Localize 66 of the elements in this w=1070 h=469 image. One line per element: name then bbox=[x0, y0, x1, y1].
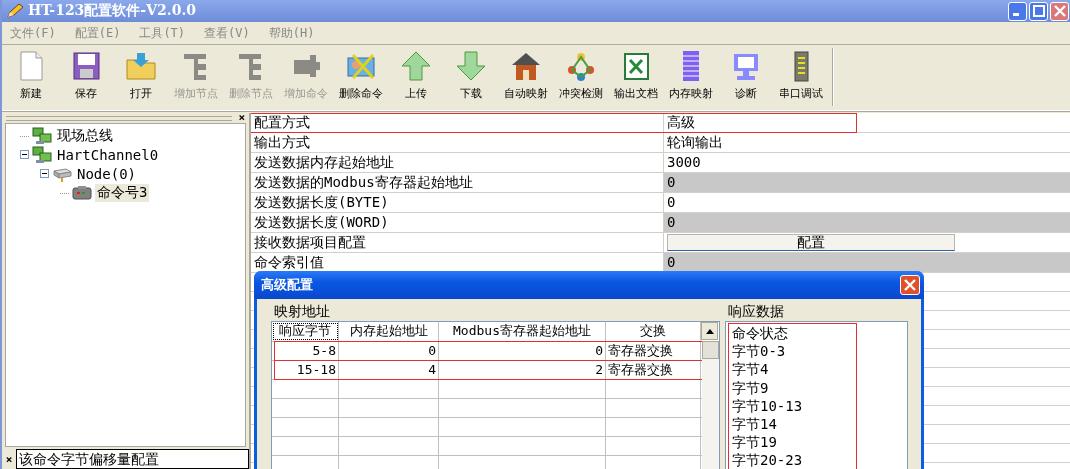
scrollbar-thumb[interactable] bbox=[702, 341, 719, 359]
property-name: 输出方式 bbox=[251, 133, 664, 152]
toolbar-button[interactable]: 上传 bbox=[388, 48, 443, 103]
device-icon bbox=[52, 165, 72, 182]
minimize-icon bbox=[1012, 13, 1019, 16]
close-button[interactable] bbox=[1050, 1, 1069, 21]
toolbar-button[interactable]: 保存 bbox=[58, 48, 113, 103]
list-item[interactable]: 字节14 bbox=[732, 415, 777, 434]
tree-item[interactable]: Node(0) bbox=[75, 165, 138, 182]
close-icon bbox=[904, 279, 916, 291]
list-item[interactable]: 字节9 bbox=[732, 378, 769, 397]
window-title: HT-123配置软件-V2.0.0 bbox=[28, 2, 196, 20]
toolbar-button[interactable]: 删除命令 bbox=[333, 48, 388, 103]
network-computers-icon bbox=[32, 145, 52, 164]
list-item[interactable]: 字节4 bbox=[732, 360, 769, 379]
column-header[interactable]: 响应字节 bbox=[272, 322, 339, 341]
toolbar-button[interactable]: 串口调试 bbox=[773, 48, 828, 103]
property-value: 0 bbox=[667, 193, 676, 212]
list-item[interactable]: 字节0-3 bbox=[732, 342, 786, 361]
property-value: 0 bbox=[667, 213, 676, 232]
property-value: 0 bbox=[667, 173, 676, 192]
toolbar-button[interactable]: 下载 bbox=[443, 48, 498, 103]
property-value: 0 bbox=[667, 253, 676, 272]
property-name: 接收数据项目配置 bbox=[251, 233, 664, 252]
folder-icon bbox=[124, 50, 157, 82]
toolbar-button[interactable]: 输出文档 bbox=[608, 48, 663, 103]
module-icon bbox=[72, 185, 92, 200]
toolbar-button[interactable]: 诊断 bbox=[718, 48, 773, 103]
property-value: 高级 bbox=[667, 113, 695, 132]
tree-item[interactable]: 现场总线 bbox=[55, 126, 115, 145]
pencil-icon bbox=[6, 3, 24, 19]
minimize-button[interactable] bbox=[1008, 1, 1027, 21]
toolbar-button[interactable]: 打开 bbox=[113, 48, 168, 103]
toolbar-button[interactable]: 内存映射 bbox=[663, 48, 718, 103]
dialog-title: 高级配置 bbox=[261, 276, 313, 294]
maximize-button[interactable] bbox=[1029, 1, 1048, 21]
scroll-up-button[interactable] bbox=[701, 322, 718, 340]
group-label: 映射地址 bbox=[273, 302, 330, 321]
toolbar-button[interactable]: 新建 bbox=[3, 48, 58, 103]
property-name: 配置方式 bbox=[251, 113, 664, 132]
collapse-toggle[interactable] bbox=[20, 150, 29, 159]
list-item[interactable]: 命令状态 bbox=[732, 324, 788, 343]
list-item[interactable]: 字节10-13 bbox=[732, 396, 803, 415]
network-computers-icon bbox=[32, 126, 52, 145]
collapse-toggle[interactable] bbox=[40, 169, 49, 178]
down-arrow-icon bbox=[454, 50, 487, 82]
tree-item[interactable]: HartChannel0 bbox=[55, 146, 161, 163]
close-icon bbox=[1053, 5, 1066, 17]
status-text: 该命令字节偏移量配置 bbox=[16, 449, 249, 469]
configure-button[interactable]: 配置 bbox=[667, 234, 955, 251]
list-item[interactable]: 字节20-23 bbox=[732, 451, 803, 469]
up-arrow-icon bbox=[399, 50, 432, 82]
property-value: 轮询输出 bbox=[667, 133, 723, 152]
property-name: 发送数据内存起始地址 bbox=[251, 153, 664, 172]
toolbar-button[interactable]: 自动映射 bbox=[498, 48, 553, 103]
arrow-up-icon bbox=[705, 328, 714, 334]
close-button[interactable] bbox=[900, 275, 920, 295]
maximize-icon bbox=[1032, 5, 1045, 17]
property-name: 发送数据长度(BYTE) bbox=[251, 193, 664, 212]
toolbar-button[interactable]: 冲突检测 bbox=[553, 48, 608, 103]
tree-item[interactable]: 命令号3 bbox=[95, 183, 150, 202]
close-icon[interactable]: × bbox=[238, 113, 245, 123]
property-value: 3000 bbox=[667, 153, 701, 172]
close-icon[interactable]: × bbox=[2, 452, 16, 466]
group-label: 响应数据 bbox=[727, 302, 784, 321]
list-item[interactable]: 字节19 bbox=[732, 433, 777, 452]
